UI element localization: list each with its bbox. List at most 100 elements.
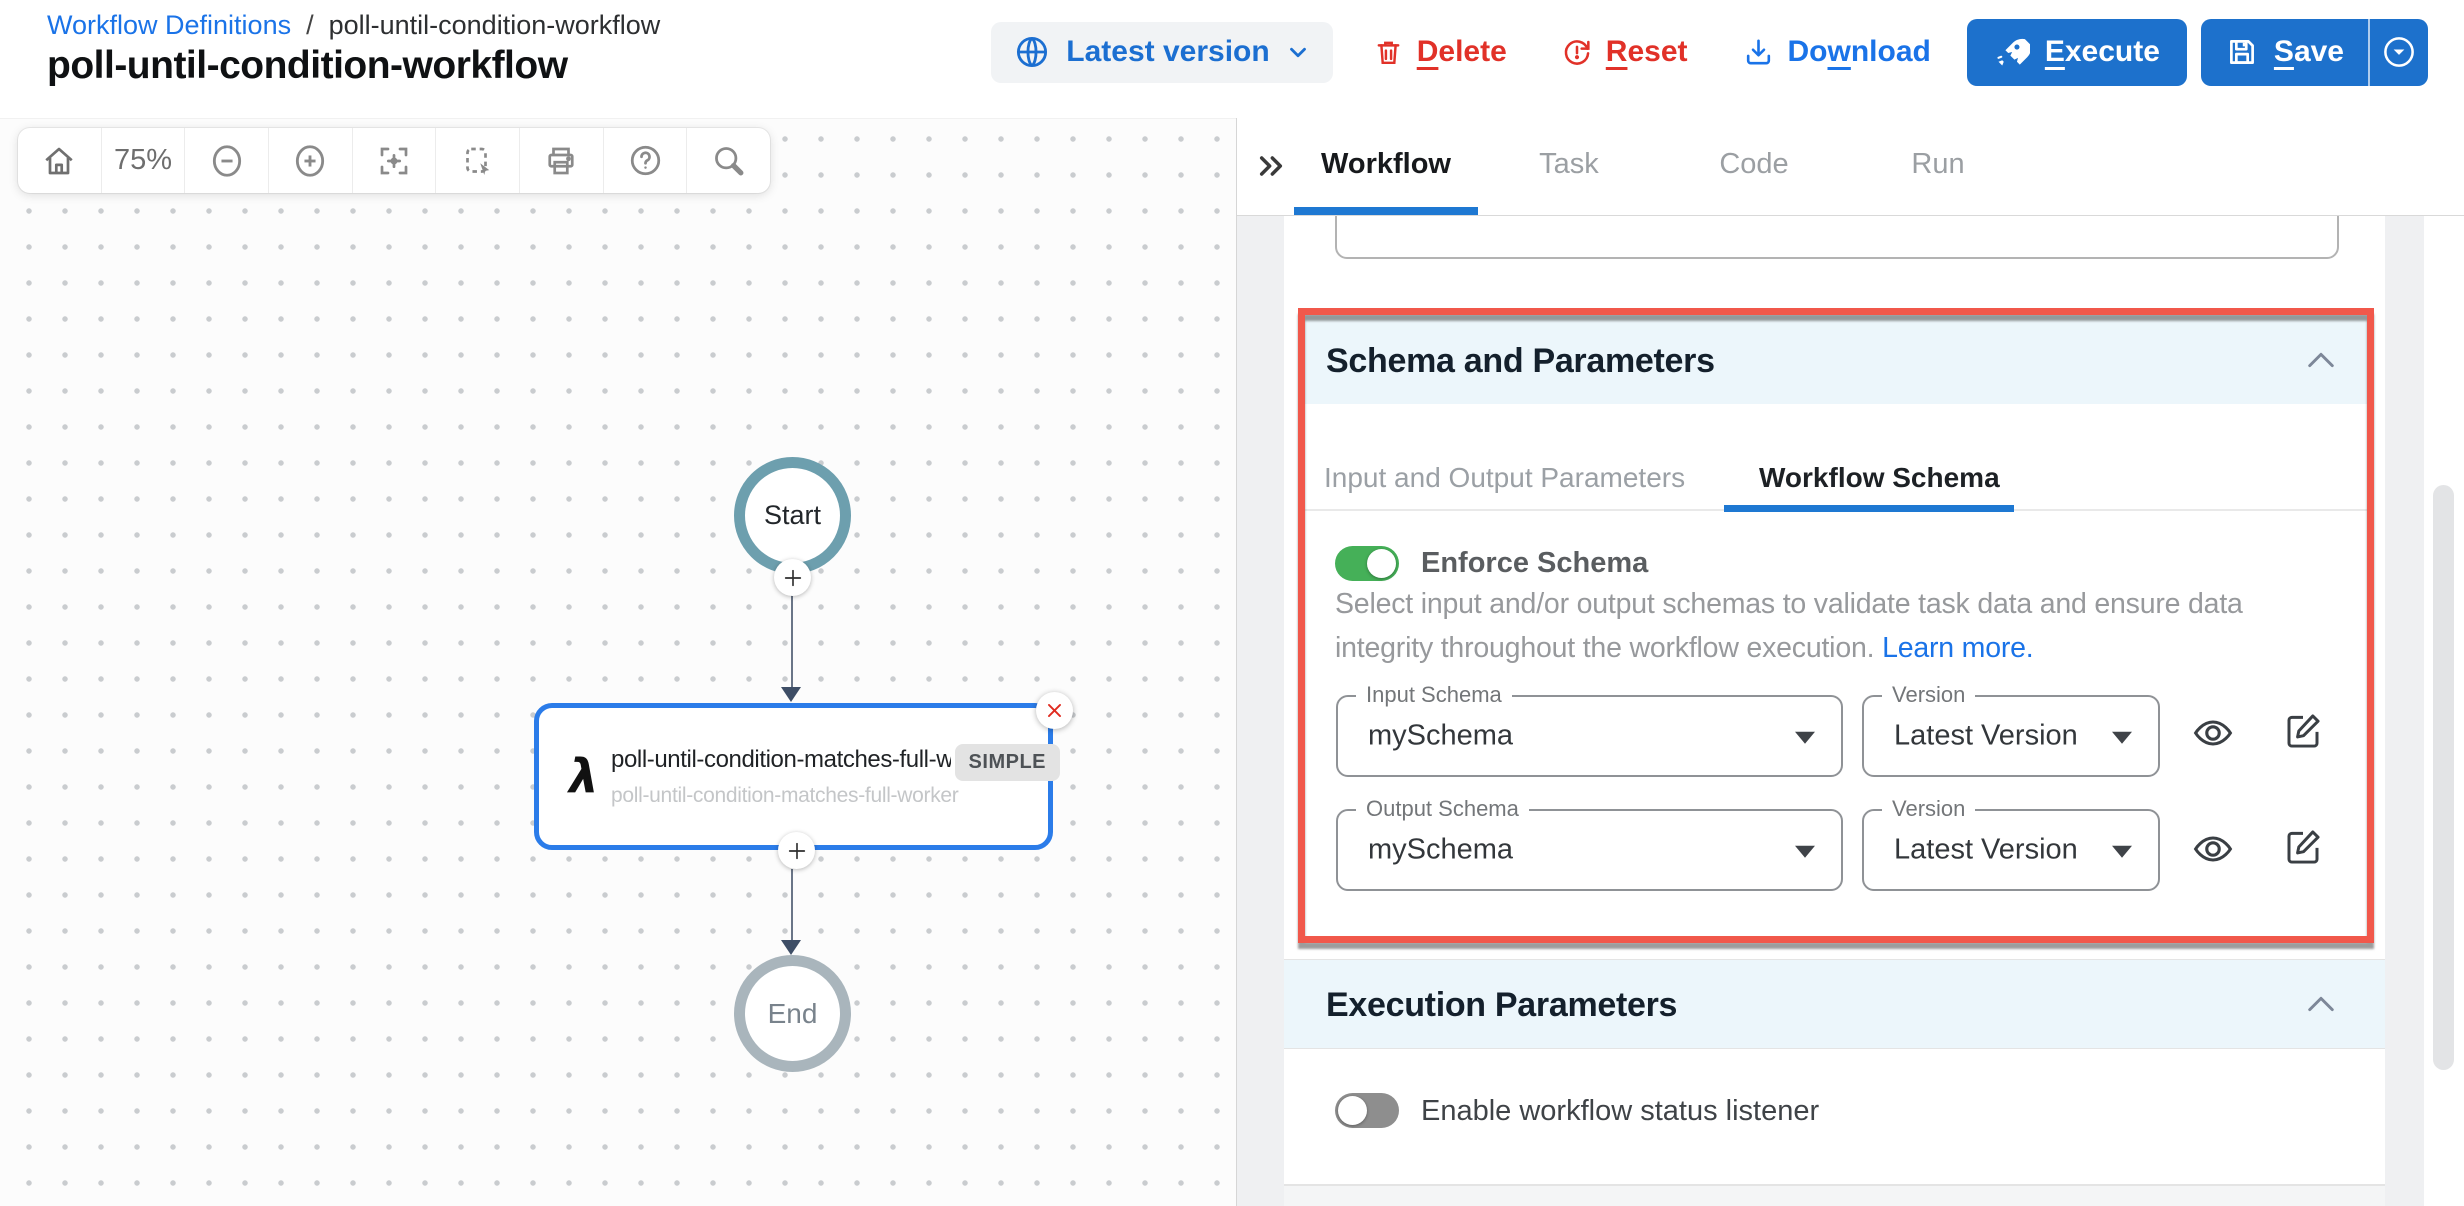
output-schema-select-label: Output Schema (1356, 796, 1529, 822)
home-button[interactable] (18, 128, 102, 193)
trash-icon (1373, 37, 1404, 68)
edit-icon (2282, 710, 2324, 752)
reset-label: Reset (1606, 35, 1688, 69)
select-caret-icon (2112, 732, 2132, 744)
task-node-texts: poll-until-condition-matches-full-worker… (611, 746, 963, 808)
version-selector[interactable]: Latest version (991, 22, 1332, 83)
diagram-start-node[interactable]: Start (734, 457, 851, 574)
chevron-up-icon[interactable] (2306, 994, 2336, 1014)
tab-task[interactable]: Task (1539, 148, 1599, 181)
task-type-badge: SIMPLE (955, 744, 1060, 781)
tab-code[interactable]: Code (1719, 148, 1788, 181)
edit-input-schema-button[interactable] (2280, 708, 2326, 754)
schema-description-line1: Select input and/or output schemas to va… (1335, 588, 2243, 621)
save-button-group: Save (2201, 19, 2428, 86)
save-dropdown-button[interactable] (2370, 19, 2428, 86)
print-icon (543, 143, 579, 179)
task-node-title: poll-until-condition-matches-full-worker (611, 746, 951, 774)
view-output-schema-button[interactable] (2190, 826, 2236, 872)
close-icon (1045, 701, 1064, 720)
collapse-panel-button[interactable] (1252, 148, 1292, 184)
tab-workflow[interactable]: Workflow (1321, 148, 1451, 181)
next-section-peek (1284, 1186, 2385, 1206)
globe-icon (1013, 33, 1051, 71)
panel-content-card: Schema and Parameters Input and Output P… (1284, 216, 2385, 1206)
chevron-up-icon[interactable] (2306, 350, 2336, 370)
add-task-after-start-button[interactable] (774, 559, 811, 596)
active-tab-indicator (1294, 207, 1478, 215)
help-icon (627, 142, 664, 179)
plus-icon (782, 567, 804, 589)
tab-run[interactable]: Run (1911, 148, 1964, 181)
remove-task-button[interactable] (1036, 692, 1073, 729)
double-chevron-right-icon (1252, 150, 1290, 182)
schema-section-title: Schema and Parameters (1326, 342, 1715, 381)
input-schema-select[interactable]: Input Schema mySchema (1336, 695, 1843, 777)
fit-view-button[interactable] (353, 128, 437, 193)
select-caret-icon (1795, 846, 1815, 858)
help-button[interactable] (604, 128, 688, 193)
enforce-schema-toggle[interactable] (1335, 546, 1399, 581)
search-icon (710, 142, 747, 179)
download-icon (1742, 36, 1775, 69)
select-region-button[interactable] (436, 128, 520, 193)
search-button[interactable] (687, 128, 770, 193)
execute-label: Execute (2045, 35, 2160, 69)
end-node-label: End (768, 998, 818, 1030)
panel-scrollbar-thumb[interactable] (2433, 485, 2454, 1070)
toggle-knob (1367, 549, 1396, 578)
edge-task-to-end (791, 869, 793, 943)
edge-arrowhead (781, 940, 801, 955)
header-actions: Latest version Delete (991, 0, 2428, 104)
zoom-in-icon (291, 142, 329, 180)
enforce-schema-label: Enforce Schema (1421, 547, 1648, 580)
top-header: Workflow Definitions / poll-until-condit… (0, 0, 2464, 118)
zoom-in-button[interactable] (269, 128, 353, 193)
execute-button[interactable]: Execute (1967, 19, 2187, 86)
zoom-out-button[interactable] (185, 128, 269, 193)
delete-button[interactable]: Delete (1373, 35, 1507, 69)
rocket-icon (1994, 34, 2030, 70)
status-listener-toggle[interactable] (1335, 1093, 1399, 1128)
select-region-icon (460, 143, 496, 179)
save-button[interactable]: Save (2201, 19, 2368, 86)
tab-input-output-parameters[interactable]: Input and Output Parameters (1324, 462, 1685, 494)
edge-start-to-task (791, 595, 793, 691)
workflow-editor-app: Workflow Definitions / poll-until-condit… (0, 0, 2464, 1206)
tab-workflow-schema[interactable]: Workflow Schema (1759, 462, 2000, 494)
plus-icon (786, 840, 808, 862)
output-schema-version-select[interactable]: Version Latest Version (1862, 809, 2160, 891)
canvas-toolbar: 75% (18, 128, 770, 193)
view-input-schema-button[interactable] (2190, 710, 2236, 756)
output-version-select-value: Latest Version (1894, 834, 2078, 867)
fit-view-icon (376, 143, 412, 179)
status-listener-label: Enable workflow status listener (1421, 1095, 1819, 1128)
output-schema-select-value: mySchema (1368, 834, 1513, 867)
breadcrumb-workflow-definitions-link[interactable]: Workflow Definitions (47, 10, 291, 41)
zoom-out-icon (208, 142, 246, 180)
download-label: Download (1788, 35, 1931, 69)
edge-arrowhead (781, 687, 801, 702)
download-button[interactable]: Download (1742, 35, 1931, 69)
edit-output-schema-button[interactable] (2280, 824, 2326, 870)
output-version-select-label: Version (1882, 796, 1975, 822)
zoom-level-button[interactable]: 75% (102, 128, 186, 193)
diagram-task-node[interactable]: λ poll-until-condition-matches-full-work… (534, 703, 1053, 850)
select-caret-icon (1795, 732, 1815, 744)
output-schema-select[interactable]: Output Schema mySchema (1336, 809, 1843, 891)
print-button[interactable] (520, 128, 604, 193)
reset-button[interactable]: Reset (1561, 35, 1688, 69)
task-node-ref: poll-until-condition-matches-full-worker (611, 784, 963, 808)
input-schema-version-select[interactable]: Version Latest Version (1862, 695, 2160, 777)
add-task-after-task-button[interactable] (778, 832, 815, 869)
panel-scrollbar-track[interactable] (2424, 216, 2464, 1206)
eye-icon (2191, 711, 2235, 755)
diagram-end-node[interactable]: End (734, 955, 851, 1072)
page-title: poll-until-condition-workflow (47, 44, 568, 88)
description-field-partial[interactable] (1335, 216, 2339, 259)
input-version-select-value: Latest Version (1894, 720, 2078, 753)
learn-more-link[interactable]: Learn more. (1882, 632, 2033, 664)
workflow-canvas[interactable]: 75% (0, 118, 1237, 1206)
chevron-down-icon (1285, 39, 1311, 65)
floppy-icon (2225, 35, 2259, 69)
